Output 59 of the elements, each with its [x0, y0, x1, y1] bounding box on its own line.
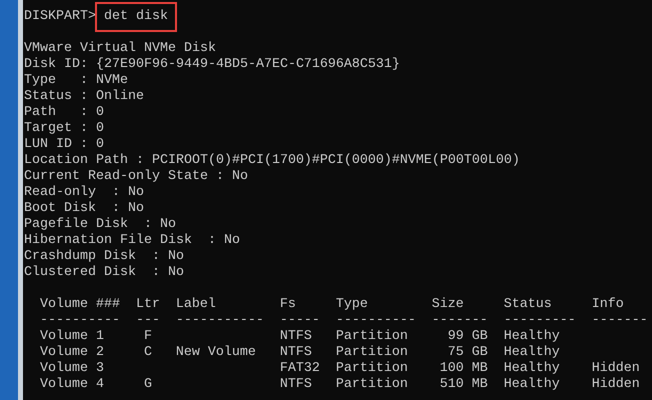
- table-cell-text: G: [142, 377, 153, 393]
- table-cell-text: Healthy: [504, 329, 561, 345]
- table-cell-text: 75 GB: [446, 345, 488, 361]
- table-cell-text: F: [142, 329, 153, 345]
- header-rule: ---: [136, 313, 160, 329]
- column-header: Size: [432, 297, 465, 313]
- table-cell-text: 99 GB: [446, 329, 488, 345]
- disk-detail-line: Read-only : No: [24, 185, 144, 201]
- column-header: Volume ###: [40, 297, 120, 313]
- header-rule: -----------: [176, 313, 264, 329]
- table-cell-text: Hidden: [592, 361, 641, 377]
- table-cell-text: 510 MB: [438, 377, 488, 393]
- header-rule: -------: [432, 313, 488, 329]
- table-cell-text: New Volume: [176, 345, 257, 361]
- table-cell-text: Healthy: [504, 377, 561, 393]
- table-cell-text: Partition: [336, 329, 409, 345]
- disk-detail-line: VMware Virtual NVMe Disk: [24, 41, 216, 57]
- column-header: Fs: [280, 297, 297, 313]
- disk-detail-line: Status : Online: [24, 89, 144, 105]
- disk-detail-line: Disk ID: {27E90F96-9449-4BD5-A7EC-C71696A8C531}: [24, 57, 400, 73]
- disk-detail-line: Pagefile Disk : No: [24, 217, 176, 233]
- header-rule: -------: [592, 313, 649, 329]
- table-cell-text: Volume 3: [40, 361, 105, 377]
- table-cell-text: NTFS: [280, 345, 313, 361]
- disk-detail-line: Clustered Disk : No: [24, 265, 184, 281]
- table-cell-text: C: [142, 345, 153, 361]
- header-rule: ----------: [336, 313, 416, 329]
- table-cell-text: Volume 4: [40, 377, 105, 393]
- prompt-text: DISKPART>: [24, 9, 96, 25]
- column-header: Type: [336, 297, 369, 313]
- disk-detail-line: Current Read-only State : No: [24, 169, 248, 185]
- disk-detail-line: LUN ID : 0: [24, 137, 104, 153]
- table-cell: FAT32: [280, 361, 320, 377]
- disk-detail-line: Path : 0: [24, 105, 104, 121]
- table-cell-text: Volume 1: [40, 329, 105, 345]
- table-cell-text: 100 MB: [438, 361, 488, 377]
- disk-detail-line: Location Path : PCIROOT(0)#PCI(1700)#PCI(0000)#NVME(P00T00L00): [24, 153, 520, 169]
- command-text: det disk: [94, 2, 177, 32]
- table-cell-text: NTFS: [280, 377, 313, 393]
- table-cell-text: Healthy: [504, 345, 561, 361]
- table-cell-text: Healthy: [504, 361, 561, 377]
- table-cell-text: Partition: [336, 345, 409, 361]
- column-header: Ltr: [136, 297, 160, 313]
- disk-detail-line: Hibernation File Disk : No: [24, 233, 240, 249]
- disk-detail-line: Target : 0: [24, 121, 104, 137]
- column-header: Status: [504, 297, 553, 313]
- header-rule: -----: [280, 313, 320, 329]
- disk-detail-line: Type : NVMe: [24, 73, 128, 89]
- disk-detail-line: Boot Disk : No: [24, 201, 144, 217]
- table-cell-text: Partition: [336, 361, 409, 377]
- table-cell-text: NTFS: [280, 329, 313, 345]
- column-header: Info: [592, 297, 625, 313]
- table-cell-text: Volume 2: [40, 345, 105, 361]
- disk-detail-line: Crashdump Disk : No: [24, 249, 184, 265]
- column-header: Label: [176, 297, 217, 313]
- table-cell-text: Partition: [336, 377, 409, 393]
- table-cell-text: Hidden: [592, 377, 641, 393]
- header-rule: ---------: [504, 313, 576, 329]
- header-rule: ----------: [40, 313, 120, 329]
